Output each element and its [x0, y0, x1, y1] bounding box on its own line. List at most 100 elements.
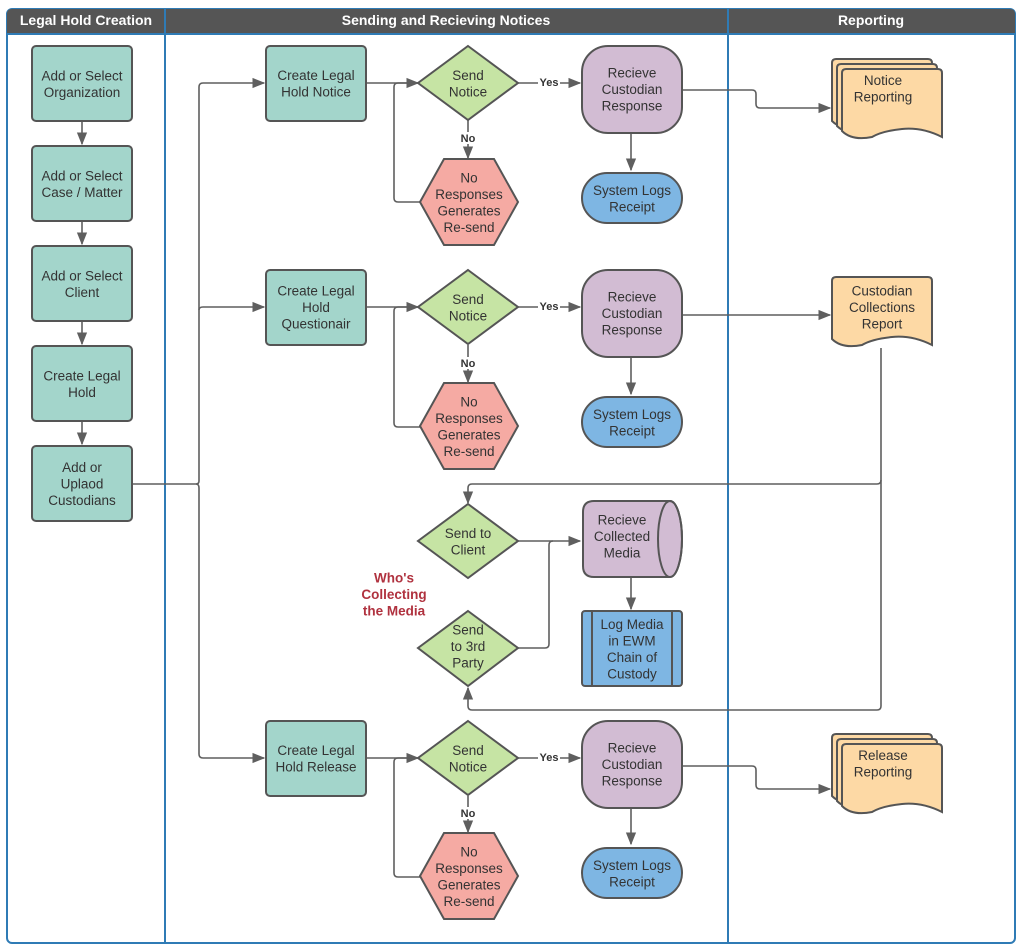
node-label: Recieve Custodian Response — [602, 66, 663, 114]
text-line: Reporting — [854, 764, 913, 779]
text-line: Recieve — [608, 290, 657, 305]
text-line: Response — [602, 323, 663, 338]
text-line: Create Legal — [277, 284, 354, 299]
text-line: No — [460, 844, 477, 859]
text-line: Custodian — [602, 306, 663, 321]
text-line: Collected — [594, 529, 650, 544]
text-line: System Logs — [593, 407, 671, 422]
node-create-legal-hold-questionair[interactable]: Create Legal Hold Questionair — [265, 269, 367, 346]
text-line: Log Media — [600, 617, 664, 632]
report-release[interactable]: Release Reporting — [831, 733, 943, 815]
text-line: System Logs — [593, 183, 671, 198]
node-create-legal-hold[interactable]: Create Legal Hold — [31, 345, 133, 422]
node-system-logs-receipt[interactable]: System Logs Receipt — [581, 396, 683, 448]
text-line: Recieve — [598, 513, 647, 528]
node-recieve-custodian-response[interactable]: Recieve Custodian Response — [581, 45, 683, 134]
text-line: Responses — [435, 861, 503, 876]
text-line: Generates — [437, 427, 500, 442]
text-line: Collecting — [361, 587, 426, 602]
text-line: Custodian — [852, 284, 913, 299]
node-system-logs-receipt[interactable]: System Logs Receipt — [581, 847, 683, 899]
text-line: Custodian — [602, 82, 663, 97]
node-add-upload-custodians[interactable]: Add or Uplaod Custodians — [31, 445, 133, 522]
text-line: to 3rd — [451, 639, 486, 654]
text-line: Add or Select — [41, 268, 122, 283]
node-add-select-client[interactable]: Add or Select Client — [31, 245, 133, 322]
text-line: Responses — [435, 187, 503, 202]
text-line: Responses — [435, 411, 503, 426]
text-line: Response — [602, 774, 663, 789]
node-label: Log Media in EWM Chain of Custody — [600, 617, 664, 682]
lane-title-creation: Legal Hold Creation — [20, 12, 152, 28]
node-label: Recieve Custodian Response — [602, 290, 663, 338]
text-line: Notice — [449, 759, 487, 774]
text-line: Create Legal — [277, 743, 354, 758]
text-line: Re-send — [443, 220, 494, 235]
text-line: Send — [452, 292, 484, 307]
node-recieve-collected-media[interactable]: Recieve Collected Media — [582, 500, 683, 578]
node-create-legal-hold-release[interactable]: Create Legal Hold Release — [265, 720, 367, 797]
report-notice[interactable]: Notice Reporting — [831, 58, 943, 140]
node-recieve-custodian-response[interactable]: Recieve Custodian Response — [581, 720, 683, 809]
text-line: Hold Release — [275, 759, 356, 774]
text-line: Custodian — [602, 757, 663, 772]
text-line: Generates — [437, 877, 500, 892]
text-line: Client — [451, 542, 486, 557]
node-recieve-custodian-response[interactable]: Recieve Custodian Response — [581, 269, 683, 358]
legal-hold-swimlane-diagram: Legal Hold Creation Sending and Recievin… — [6, 8, 1016, 944]
node-label: Recieve Custodian Response — [602, 741, 663, 789]
text-line: the Media — [363, 604, 426, 619]
node-add-select-case-matter[interactable]: Add or Select Case / Matter — [31, 145, 133, 222]
text-line: Send — [452, 743, 484, 758]
text-line: Recieve — [608, 741, 657, 756]
text-line: Client — [65, 285, 100, 300]
node-add-select-organization[interactable]: Add or Select Organization — [31, 45, 133, 122]
text-line: Release — [858, 748, 908, 763]
text-line: Report — [862, 317, 903, 332]
text-line: Notice — [449, 84, 487, 99]
node-label: Send to Client — [445, 526, 492, 558]
text-line: Uplaod — [61, 477, 104, 492]
text-line: Notice — [449, 308, 487, 323]
text-line: Hold Notice — [281, 84, 351, 99]
text-line: Party — [452, 656, 484, 671]
yes-label: Yes — [540, 752, 559, 764]
text-line: Response — [602, 99, 663, 114]
no-label: No — [461, 358, 476, 370]
text-line: Chain of — [607, 650, 658, 665]
node-create-legal-hold-notice[interactable]: Create Legal Hold Notice — [265, 45, 367, 122]
no-label: No — [461, 133, 476, 145]
text-line: Notice — [864, 73, 902, 88]
yes-label: Yes — [540, 301, 559, 313]
text-line: Add or — [62, 460, 102, 475]
text-line: in EWM — [608, 633, 655, 648]
text-line: Hold — [68, 385, 96, 400]
report-questionair[interactable]: Custodian Collections Report — [831, 276, 933, 348]
text-line: Recieve — [608, 66, 657, 81]
text-line: Custodians — [48, 493, 116, 508]
node-system-logs-receipt[interactable]: System Logs Receipt — [581, 172, 683, 224]
text-line: Receipt — [609, 423, 655, 438]
lane-title-notices: Sending and Recieving Notices — [342, 12, 551, 28]
node-label: Add or Select Organization — [41, 68, 122, 100]
node-label: Create Legal Hold Notice — [277, 68, 354, 100]
node-label: Send Notice — [449, 292, 487, 324]
text-line: Case / Matter — [41, 185, 123, 200]
text-line: System Logs — [593, 858, 671, 873]
no-label: No — [461, 808, 476, 820]
text-line: Receipt — [609, 874, 655, 889]
text-line: Create Legal — [43, 368, 120, 383]
text-line: Generates — [437, 203, 500, 218]
text-line: Media — [604, 546, 641, 561]
lane-title-reporting: Reporting — [838, 12, 904, 28]
node-label: Send Notice — [449, 68, 487, 100]
text-line: Hold — [302, 300, 330, 315]
node-log-media-chain-of-custody[interactable]: Log Media in EWM Chain of Custody — [581, 610, 683, 687]
node-label: Send Notice — [449, 743, 487, 775]
text-line: Send — [452, 68, 484, 83]
yes-label: Yes — [540, 77, 559, 89]
text-line: Reporting — [854, 89, 913, 104]
text-line: Collections — [849, 300, 915, 315]
creation-nodes: Add or Select Organization Add or Select C… — [31, 45, 133, 522]
text-line: Questionair — [281, 317, 351, 332]
